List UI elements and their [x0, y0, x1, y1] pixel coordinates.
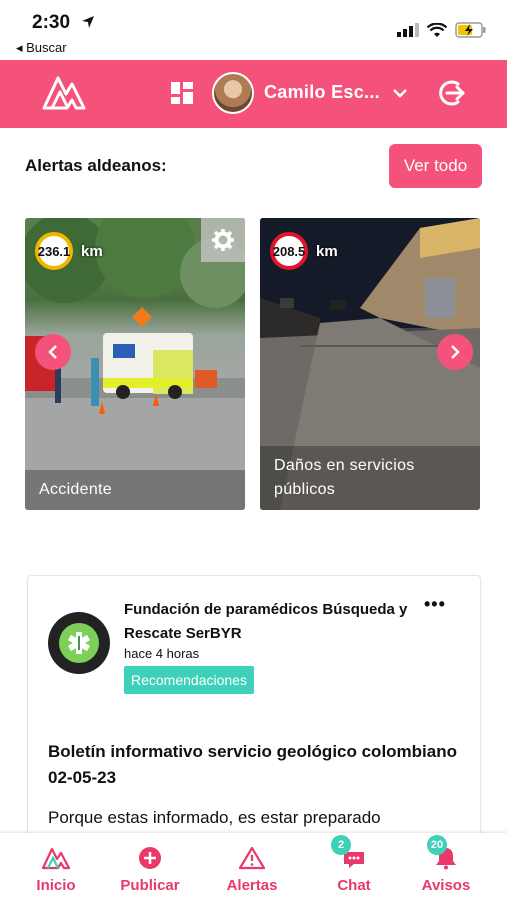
chevron-left-icon: [48, 345, 57, 359]
home-logo-icon: [41, 847, 71, 870]
nav-chat-label: Chat: [337, 877, 371, 894]
post-body: Porque estas informado, es estar prepara…: [48, 808, 381, 827]
category-tag[interactable]: Recomendaciones: [124, 666, 254, 694]
wifi-icon: [427, 22, 447, 37]
warning-triangle-icon: [238, 846, 266, 870]
back-to-search-link[interactable]: ◂ Buscar: [16, 40, 67, 56]
nav-notices-label: Avisos: [421, 877, 471, 894]
alert-caption: Daños en servicios públicos: [260, 446, 480, 510]
gear-icon: [212, 229, 234, 251]
nav-home-label: Inicio: [36, 877, 76, 894]
chevron-down-icon[interactable]: [392, 87, 408, 99]
alerts-section-title: Alertas aldeanos:: [25, 156, 167, 175]
org-name[interactable]: Fundación de paramédicos Búsqueda y Resc…: [124, 598, 424, 646]
distance-badge: 208.5: [270, 232, 308, 270]
nav-home[interactable]: Inicio: [11, 845, 101, 894]
post-title: Boletín informativo servicio geológico c…: [48, 742, 457, 787]
nav-chat[interactable]: 2 Chat: [309, 835, 399, 894]
dashboard-icon[interactable]: [171, 82, 193, 104]
status-time: 2:30: [32, 12, 71, 33]
star-of-life-icon: [67, 632, 91, 654]
post-time: hace 4 horas: [124, 646, 200, 661]
logout-icon[interactable]: [436, 78, 466, 108]
nav-alerts[interactable]: Alertas: [207, 845, 297, 894]
chat-badge: 2: [331, 835, 351, 855]
signal-icon: [397, 23, 419, 37]
more-options-button[interactable]: •••: [424, 594, 446, 615]
status-bar: 2:30 ◂ Buscar: [0, 0, 507, 60]
notices-badge: 20: [427, 835, 447, 855]
chevron-right-icon: [451, 345, 460, 359]
app-logo[interactable]: [40, 72, 88, 112]
carousel-next-button[interactable]: [437, 334, 473, 370]
settings-button[interactable]: [201, 218, 245, 262]
post-card: Fundación de paramédicos Búsqueda y Resc…: [27, 575, 481, 875]
distance-unit: km: [316, 242, 338, 260]
plus-circle-icon: [139, 847, 161, 869]
user-name[interactable]: Camilo Esc...: [264, 82, 380, 103]
nav-notices[interactable]: 20 Avisos: [401, 835, 491, 894]
carousel-prev-button[interactable]: [35, 334, 71, 370]
app-header: Camilo Esc...: [0, 60, 507, 128]
alert-caption: Accidente: [25, 470, 245, 510]
battery-icon: [455, 22, 486, 38]
user-avatar[interactable]: [212, 72, 254, 114]
nav-alerts-label: Alertas: [226, 877, 278, 894]
org-avatar[interactable]: [48, 612, 110, 674]
distance-unit: km: [81, 242, 103, 260]
distance-badge: 236.1: [35, 232, 73, 270]
location-arrow-icon: [82, 16, 94, 28]
bottom-nav: Inicio Publicar Alertas 2 Chat 20 Avisos: [0, 833, 507, 900]
nav-publish[interactable]: Publicar: [105, 845, 195, 894]
nav-publish-label: Publicar: [120, 877, 180, 894]
see-all-button[interactable]: Ver todo: [389, 144, 482, 188]
